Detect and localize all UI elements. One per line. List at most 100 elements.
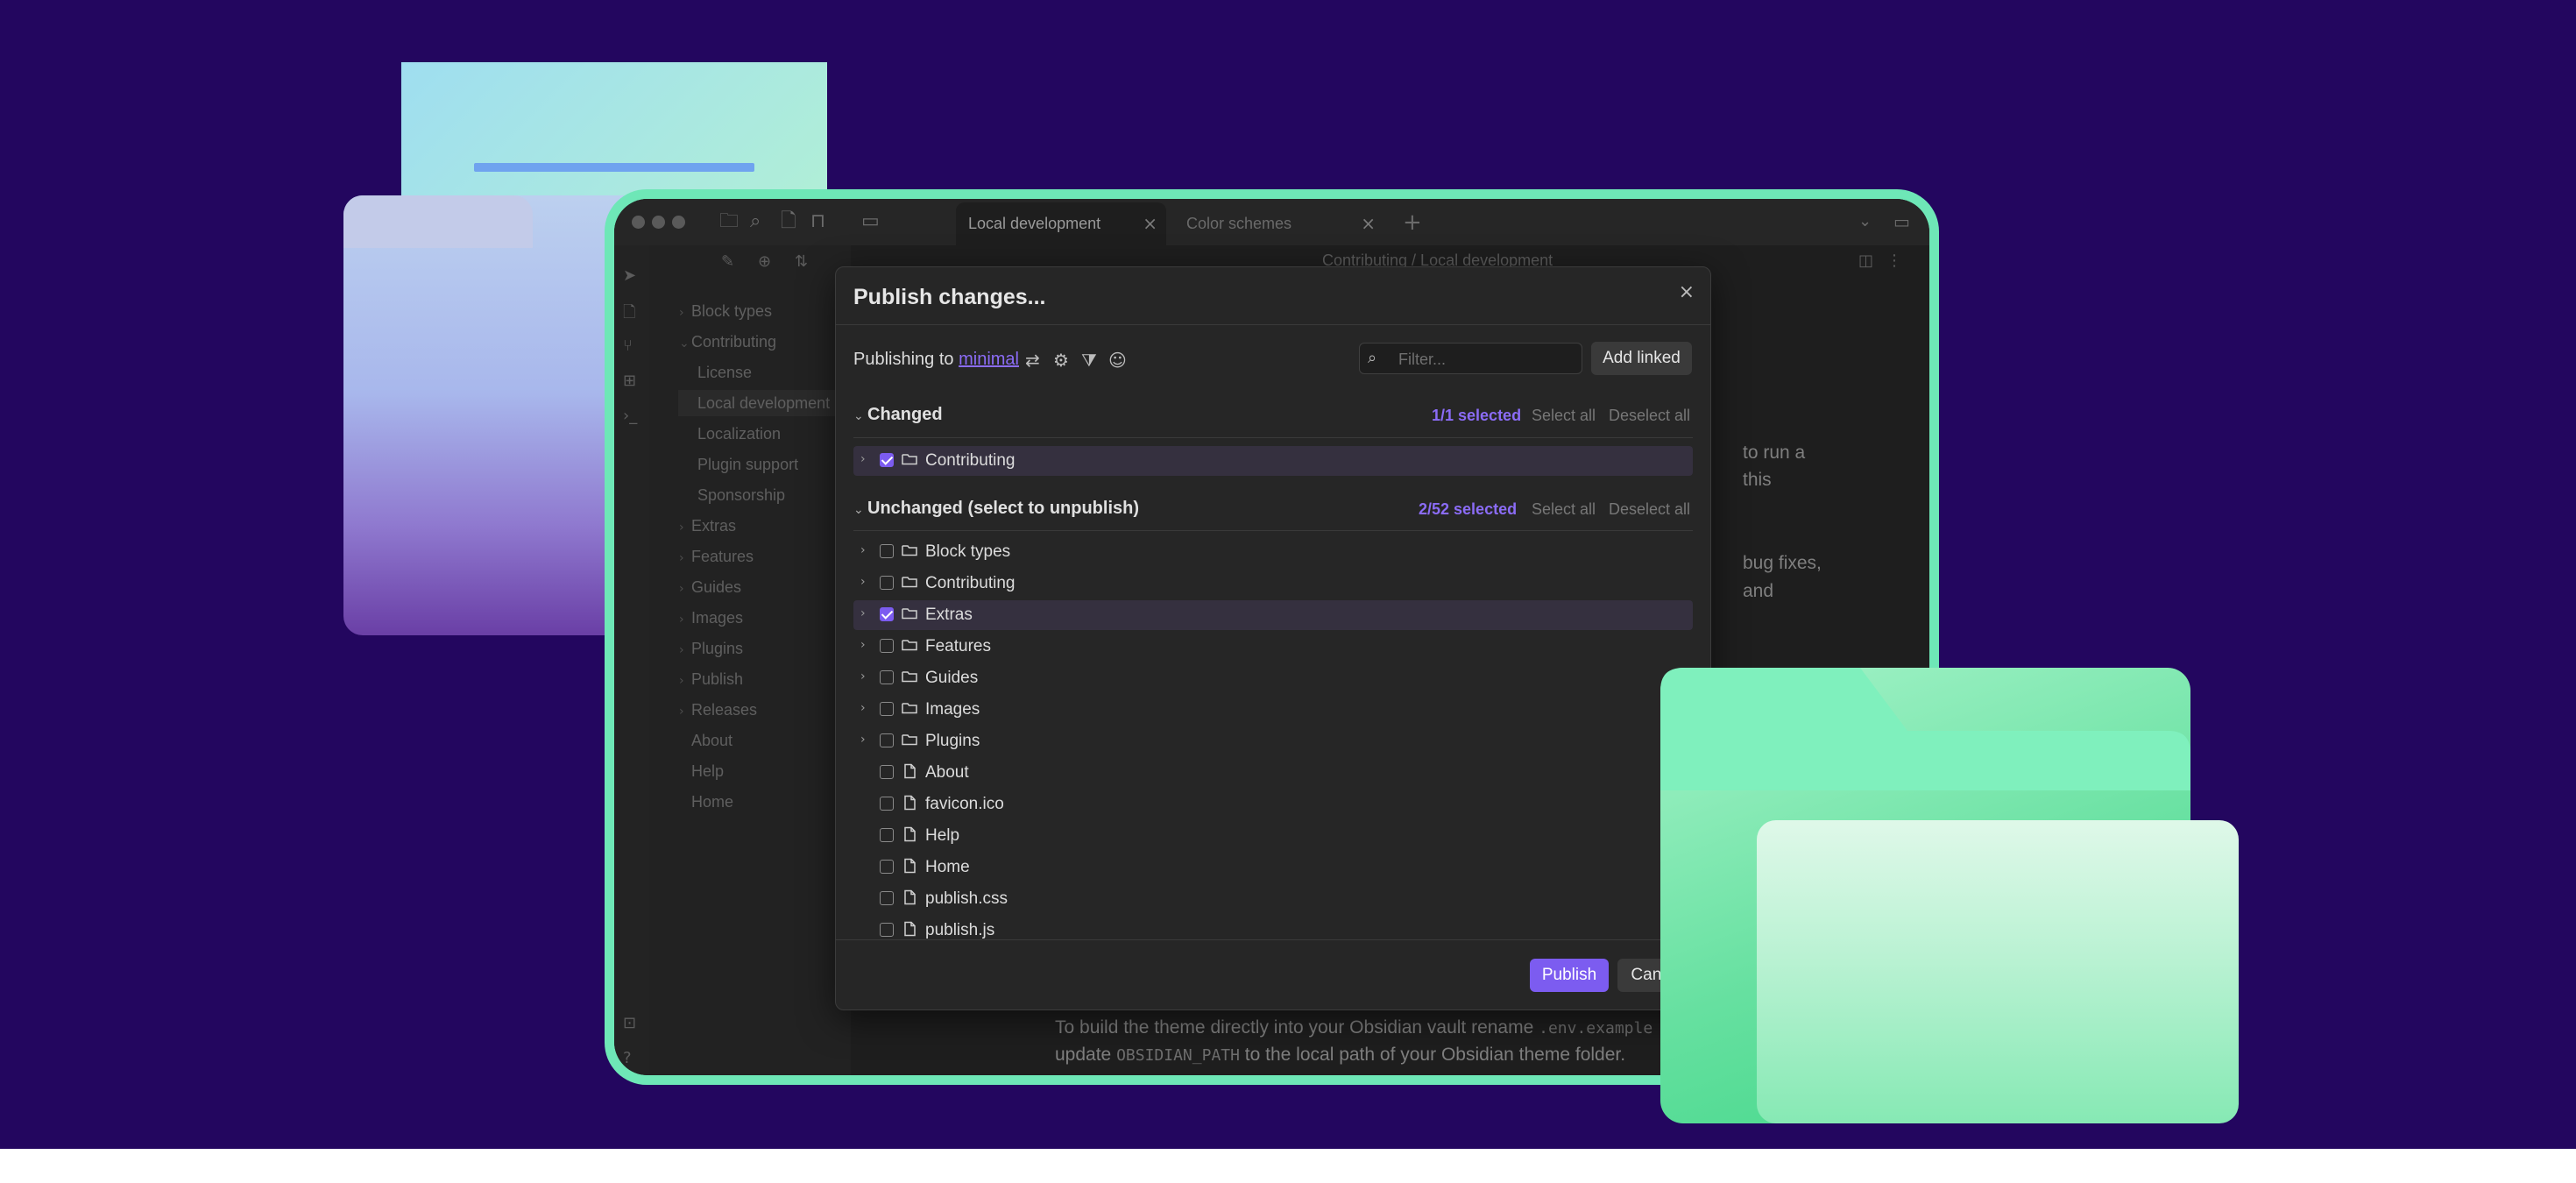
more-options-icon[interactable]: ⋮ — [1886, 251, 1902, 270]
sidebar-item-help[interactable]: Help — [691, 758, 724, 784]
checkbox[interactable] — [880, 607, 894, 621]
maximize-window-dot[interactable] — [672, 216, 685, 229]
checkbox[interactable] — [880, 765, 894, 779]
sidebar-item-features[interactable]: › Features — [679, 543, 754, 570]
publish-dialog: Publish changes... × Publishing to minim… — [835, 266, 1711, 1010]
chevron-right-icon[interactable]: › — [860, 575, 866, 589]
chevron-right-icon[interactable]: › — [860, 543, 866, 557]
changed-select-all[interactable]: Select all — [1532, 407, 1596, 425]
list-item[interactable]: › Block types — [853, 537, 1693, 567]
folder-icon[interactable]: 🗀 — [719, 211, 739, 232]
tab-color-schemes[interactable]: Color schemes × — [1174, 202, 1384, 245]
checkbox[interactable] — [880, 860, 894, 874]
list-item[interactable]: › Images — [853, 695, 1693, 725]
ribbon: ➤ 🗋 ⑂ ⊞ ›_ ⊡ ? ⚙ — [614, 245, 649, 1075]
chevron-down-icon[interactable]: ⌄ — [1858, 211, 1872, 232]
sidebar-item-releases[interactable]: › Releases — [679, 697, 757, 723]
unchanged-deselect-all[interactable]: Deselect all — [1609, 500, 1690, 519]
chevron-right-icon[interactable]: › — [860, 669, 866, 684]
filter-icon[interactable]: ⧩ — [1081, 350, 1097, 371]
list-item[interactable]: › Features — [853, 632, 1693, 662]
sidebar-item-extras[interactable]: › Extras — [679, 513, 736, 539]
close-tab-icon[interactable]: × — [1143, 202, 1157, 245]
bookmark-icon[interactable]: ⊓ — [810, 211, 825, 232]
sidebar-item-license[interactable]: License — [697, 359, 752, 386]
checkbox[interactable] — [880, 923, 894, 937]
filter-input[interactable] — [1397, 347, 1575, 372]
send-icon[interactable]: ➤ — [623, 266, 636, 285]
tab-local-development[interactable]: Local development × — [956, 202, 1166, 245]
unchanged-select-all[interactable]: Select all — [1532, 500, 1596, 519]
close-window-dot[interactable] — [632, 216, 645, 229]
sidebar-item-plugins[interactable]: › Plugins — [679, 635, 743, 662]
checkbox[interactable] — [880, 702, 894, 716]
checkbox[interactable] — [880, 733, 894, 747]
changed-section-toggle[interactable]: ⌄ Changed — [853, 405, 943, 428]
chevron-right-icon[interactable]: › — [860, 452, 866, 466]
sidebar-item-publish[interactable]: › Publish — [679, 666, 743, 692]
chevron-right-icon[interactable]: › — [860, 638, 866, 652]
list-item[interactable]: › Contributing — [853, 569, 1693, 599]
sidebar-item-localization[interactable]: Localization — [697, 421, 781, 447]
close-tab-icon[interactable]: × — [1361, 202, 1376, 245]
list-item[interactable]: favicon.ico — [853, 790, 1693, 819]
checkbox[interactable] — [880, 828, 894, 842]
new-tab-icon[interactable]: + — [1403, 209, 1422, 236]
file-icon — [904, 921, 916, 937]
file-icon[interactable]: 🗋 — [623, 301, 635, 328]
sidebar-item-guides[interactable]: › Guides — [679, 574, 741, 600]
sidebar-item-contributing[interactable]: ⌄ Contributing — [679, 329, 776, 355]
switch-site-icon[interactable]: ⇄ — [1025, 350, 1040, 371]
list-item[interactable]: Help — [853, 821, 1693, 851]
list-item[interactable]: publish.css — [853, 884, 1693, 914]
file-icon[interactable]: 🗋 — [781, 211, 796, 232]
editor-text-fragment: bug fixes, — [1743, 553, 1822, 573]
changed-deselect-all[interactable]: Deselect all — [1609, 407, 1690, 425]
reading-view-icon[interactable]: ◫ — [1858, 251, 1873, 270]
checkbox[interactable] — [880, 670, 894, 684]
new-folder-icon[interactable]: ⊕ — [758, 252, 771, 271]
sidebar-right-icon[interactable]: ▭ — [1893, 211, 1910, 232]
minimize-window-dot[interactable] — [652, 216, 665, 229]
list-item[interactable]: publish.js — [853, 916, 1693, 939]
grid-icon[interactable]: ⊞ — [623, 372, 636, 390]
checkbox[interactable] — [880, 891, 894, 905]
sidebar-item-block-types[interactable]: › Block types — [679, 298, 772, 324]
unchanged-section-toggle[interactable]: ⌄ Unchanged (select to unpublish) — [853, 499, 1139, 521]
chevron-right-icon[interactable]: › — [860, 701, 866, 715]
gear-icon[interactable]: ⚙ — [1053, 350, 1069, 371]
list-item[interactable]: › Plugins — [853, 726, 1693, 756]
checkbox[interactable] — [880, 576, 894, 590]
list-item[interactable]: › Guides — [853, 663, 1693, 693]
sort-icon[interactable]: ⇅ — [795, 252, 808, 271]
list-item[interactable]: Home — [853, 853, 1693, 882]
add-linked-button[interactable]: Add linked — [1591, 342, 1692, 375]
sidebar-toggle-icon[interactable]: ▭ — [861, 211, 880, 232]
terminal-icon[interactable]: ›_ — [623, 407, 637, 425]
site-link[interactable]: minimal — [959, 350, 1019, 369]
sidebar-item-images[interactable]: › Images — [679, 605, 743, 631]
vault-icon[interactable]: ⊡ — [623, 1014, 636, 1032]
sidebar-item-about[interactable]: About — [691, 727, 732, 754]
list-item[interactable]: › Extras — [853, 600, 1693, 630]
sidebar-item-local-development[interactable]: Local development — [678, 390, 851, 416]
checkbox[interactable] — [880, 544, 894, 558]
new-note-icon[interactable]: ✎ — [721, 252, 734, 271]
sidebar-item-plugin-support[interactable]: Plugin support — [697, 451, 798, 478]
sidebar-item-sponsorship[interactable]: Sponsorship — [697, 482, 785, 508]
help-icon[interactable]: ? — [623, 1049, 632, 1067]
checkbox[interactable] — [880, 639, 894, 653]
palette-icon[interactable]: ☺ — [1108, 350, 1127, 371]
chevron-right-icon[interactable]: › — [860, 733, 866, 747]
chevron-right-icon[interactable]: › — [860, 606, 866, 620]
checkbox[interactable] — [880, 797, 894, 811]
list-item[interactable]: › Contributing — [853, 446, 1693, 476]
search-icon[interactable]: ⌕ — [750, 211, 761, 232]
tab-label: Color schemes — [1186, 215, 1292, 232]
sidebar-item-home[interactable]: Home — [691, 789, 733, 815]
checkbox[interactable] — [880, 453, 894, 467]
graph-icon[interactable]: ⑂ — [623, 336, 633, 355]
list-item[interactable]: About — [853, 758, 1693, 788]
publish-button[interactable]: Publish — [1530, 959, 1609, 992]
close-icon[interactable]: × — [1679, 281, 1695, 303]
